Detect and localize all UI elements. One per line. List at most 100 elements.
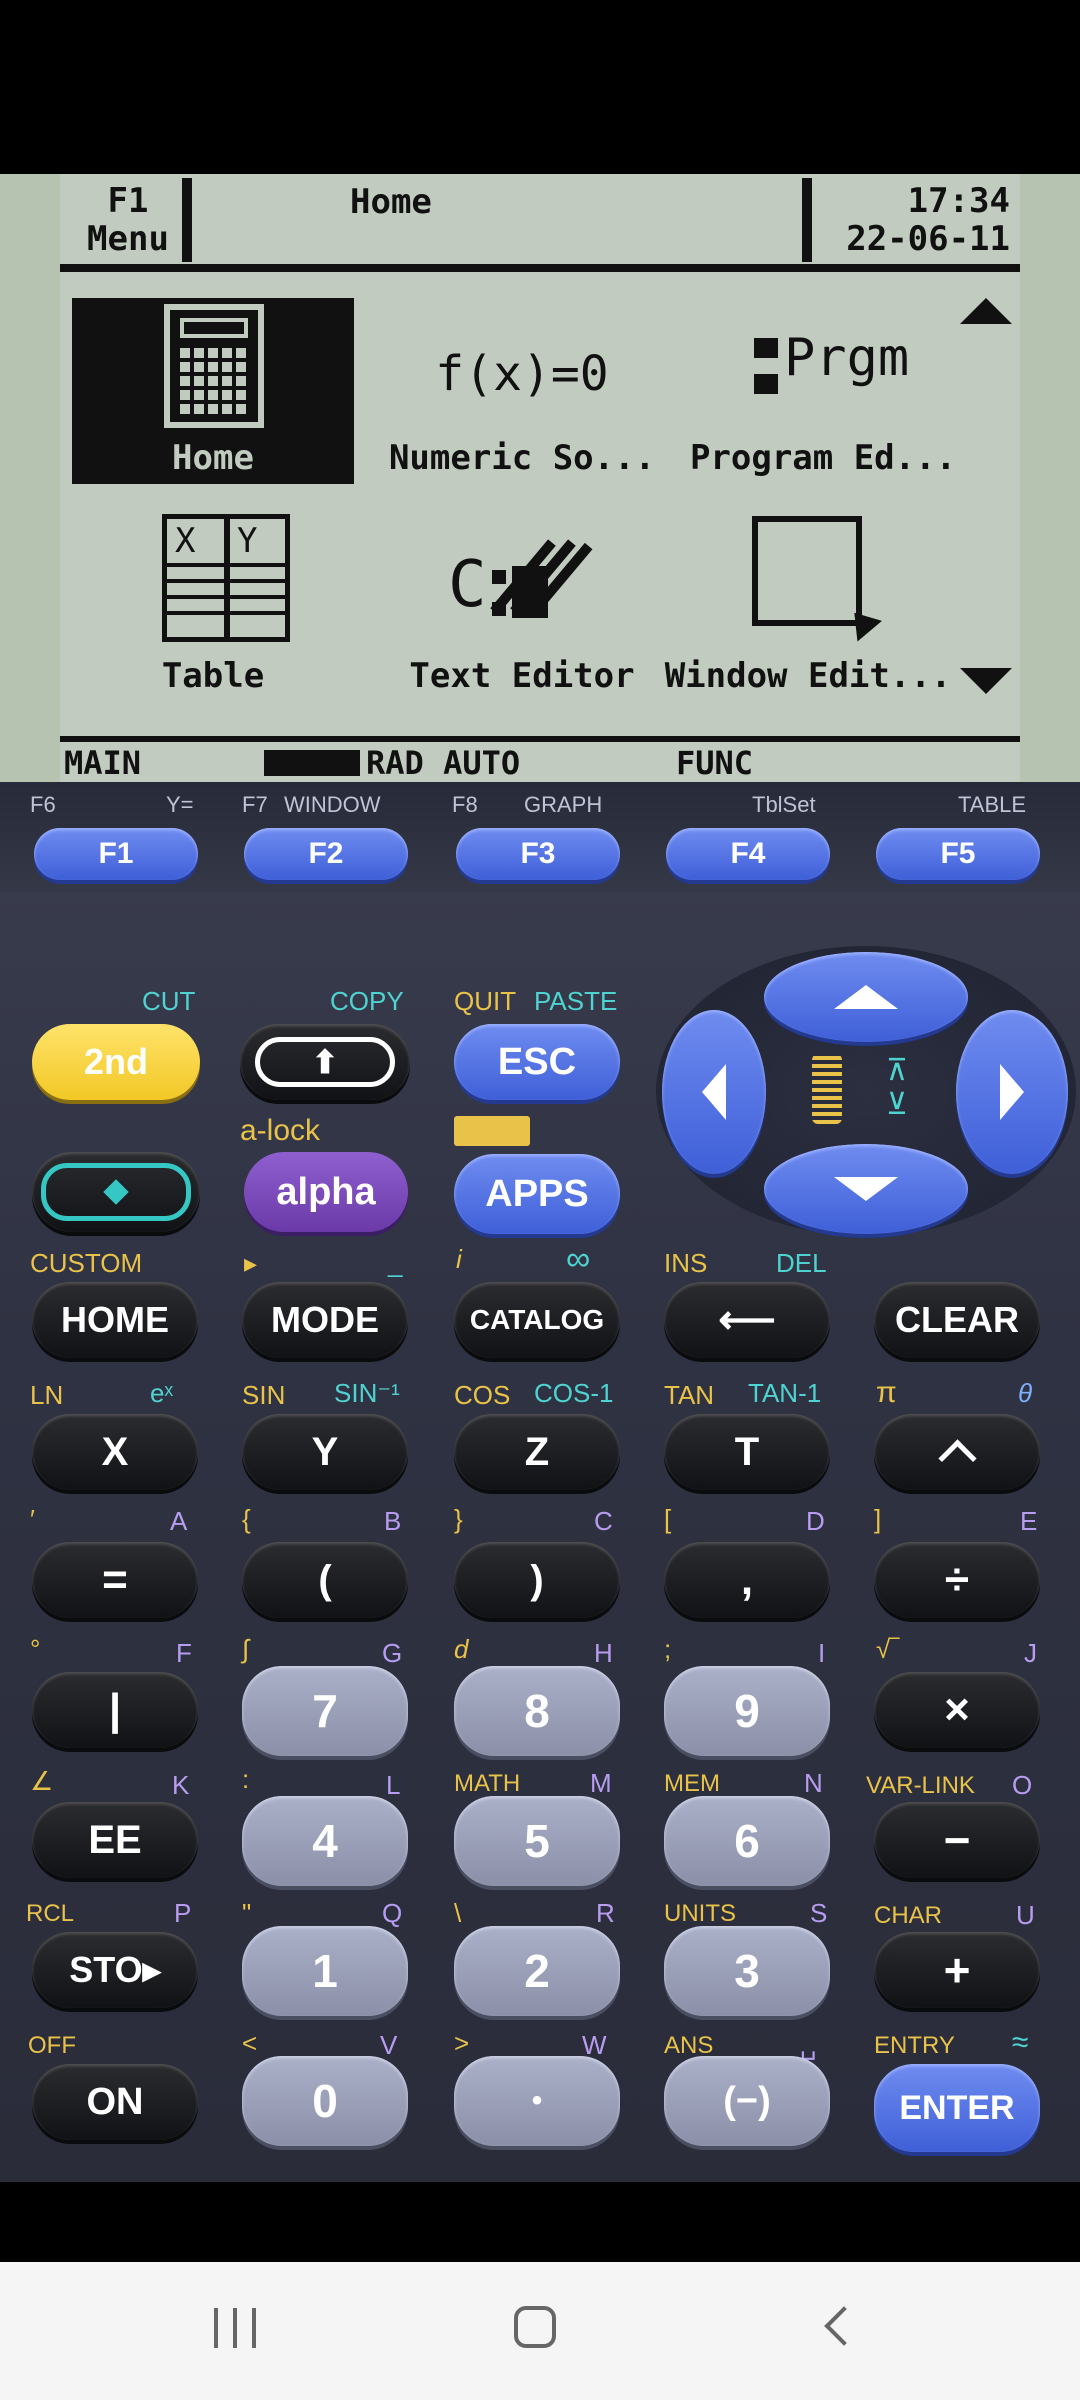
triangle-label: ▸ (244, 1248, 258, 1278)
key-8[interactable]: 8 (454, 1666, 620, 1756)
dpad-left[interactable] (662, 1010, 766, 1174)
approx-label: ≈ (1012, 2026, 1029, 2059)
decimal-key[interactable]: • (454, 2056, 620, 2146)
apps-key[interactable]: APPS (454, 1154, 620, 1234)
tile-numeric-solver[interactable]: f(x)=0 Numeric So... (376, 298, 668, 484)
letter-j-label: J (1024, 1638, 1037, 1668)
pi-label: π (876, 1376, 897, 1409)
enter-key[interactable]: ENTER (874, 2064, 1040, 2152)
tblset-label: TblSet (752, 792, 816, 817)
diamond-key[interactable] (32, 1152, 200, 1232)
dpad-up[interactable] (764, 952, 968, 1042)
home-key[interactable]: HOME (32, 1282, 198, 1358)
menu-label: Menu (87, 219, 169, 259)
alpha-key[interactable]: alpha (244, 1152, 408, 1232)
key-3[interactable]: 3 (664, 1926, 830, 2016)
f1-label: F1 (107, 181, 149, 221)
tile-text-editor-label: Text Editor (409, 656, 635, 696)
letter-o-label: O (1012, 1770, 1033, 1800)
x-key[interactable]: X (32, 1414, 198, 1490)
sin-label: SIN (242, 1380, 286, 1410)
negative-key[interactable]: (−) (664, 2056, 830, 2146)
key-2[interactable]: 2 (454, 1926, 620, 2016)
rparen-key[interactable]: ) (454, 1542, 620, 1618)
ins-label: INS (664, 1248, 708, 1278)
f2-key[interactable]: F2 (244, 828, 408, 880)
y-key[interactable]: Y (242, 1414, 408, 1490)
mem-label: MEM (664, 1770, 720, 1797)
bar-key[interactable]: | (32, 1672, 198, 1748)
dpad-down[interactable] (764, 1144, 968, 1234)
esc-key[interactable]: ESC (454, 1024, 620, 1100)
key-5[interactable]: 5 (454, 1796, 620, 1886)
space-label: ␣ (800, 2030, 817, 2060)
f8-label: F8 (452, 792, 478, 817)
backspace-key[interactable]: ⟵ (664, 1282, 830, 1358)
lparen-key[interactable]: ( (242, 1542, 408, 1618)
calculator-icon (164, 304, 264, 428)
key-7[interactable]: 7 (242, 1666, 408, 1756)
letter-k-label: K (172, 1770, 190, 1800)
key-6[interactable]: 6 (664, 1796, 830, 1886)
z-key[interactable]: Z (454, 1414, 620, 1490)
key-1[interactable]: 1 (242, 1926, 408, 2016)
copy-label: COPY (330, 986, 404, 1016)
home-icon[interactable] (514, 2306, 556, 2348)
f4-key[interactable]: F4 (666, 828, 830, 880)
key-9[interactable]: 9 (664, 1666, 830, 1756)
clock-date: 22-06-11 (846, 219, 1010, 259)
catalog-key[interactable]: CATALOG (454, 1282, 620, 1358)
back-icon[interactable] (824, 2306, 864, 2346)
tile-numeric-solver-label: Numeric So... (388, 438, 656, 478)
clear-key[interactable]: CLEAR (874, 1282, 1040, 1358)
cut-label: CUT (142, 986, 196, 1016)
f7-label: F7 (242, 792, 268, 817)
tile-table[interactable]: X Y Table (72, 514, 354, 700)
f5-key[interactable]: F5 (876, 828, 1040, 880)
f3-key[interactable]: F3 (456, 828, 620, 880)
tile-home[interactable]: Home (72, 298, 354, 484)
ee-key[interactable]: EE (32, 1802, 198, 1878)
status-settings: RAD AUTO (366, 744, 521, 782)
multiply-key[interactable]: × (874, 1672, 1040, 1748)
comma-key[interactable]: , (664, 1542, 830, 1618)
second-key[interactable]: 2nd (32, 1024, 200, 1100)
tile-text-editor[interactable]: C Text Editor (376, 514, 668, 700)
f1-menu-button[interactable]: F1 Menu (68, 182, 188, 262)
letter-u-label: U (1016, 1900, 1035, 1930)
on-key[interactable]: ON (32, 2064, 198, 2140)
entry-label: ENTRY (874, 2032, 955, 2059)
equals-key[interactable]: = (32, 1542, 198, 1618)
varlink-label: VAR-LINK (866, 1772, 975, 1799)
theta-label: θ (1018, 1378, 1033, 1408)
f1-key[interactable]: F1 (34, 828, 198, 880)
header-divider-left (182, 178, 192, 262)
tile-program-editor[interactable]: Prgm Program Ed... (678, 298, 968, 484)
custom-label: CUSTOM (30, 1248, 143, 1278)
tan-label: TAN (664, 1380, 715, 1410)
letter-g-label: G (382, 1638, 403, 1668)
angle-label: ∠ (30, 1766, 54, 1796)
caret-key[interactable] (874, 1414, 1040, 1490)
mode-key[interactable]: MODE (242, 1282, 408, 1358)
key-4[interactable]: 4 (242, 1796, 408, 1886)
key-0[interactable]: 0 (242, 2056, 408, 2146)
letter-s-label: S (810, 1898, 828, 1928)
letter-c-label: C (594, 1506, 613, 1536)
letter-r-label: R (596, 1898, 615, 1928)
letter-v-label: V (380, 2030, 398, 2060)
plus-key[interactable]: + (874, 1932, 1040, 2008)
dpad-right[interactable] (956, 1010, 1068, 1174)
down-arrow-icon (834, 1177, 898, 1201)
t-key[interactable]: T (664, 1414, 830, 1490)
recents-icon[interactable] (214, 2308, 256, 2348)
divide-key[interactable]: ÷ (874, 1542, 1040, 1618)
shift-key[interactable]: ⬆ (240, 1024, 410, 1100)
f6-label: F6 (30, 792, 56, 817)
caret-icon (937, 1438, 977, 1478)
minus-key[interactable]: − (874, 1802, 1040, 1878)
top-bottom-icon: ⊼ ⊻ (886, 1053, 908, 1122)
lcd-display: F1 Menu Home 17:34 22-06-11 Home f(x)=0 … (60, 174, 1020, 782)
sto-key[interactable]: STO▸ (32, 1932, 198, 2008)
tile-window-editor[interactable]: Window Edit... (665, 514, 968, 700)
